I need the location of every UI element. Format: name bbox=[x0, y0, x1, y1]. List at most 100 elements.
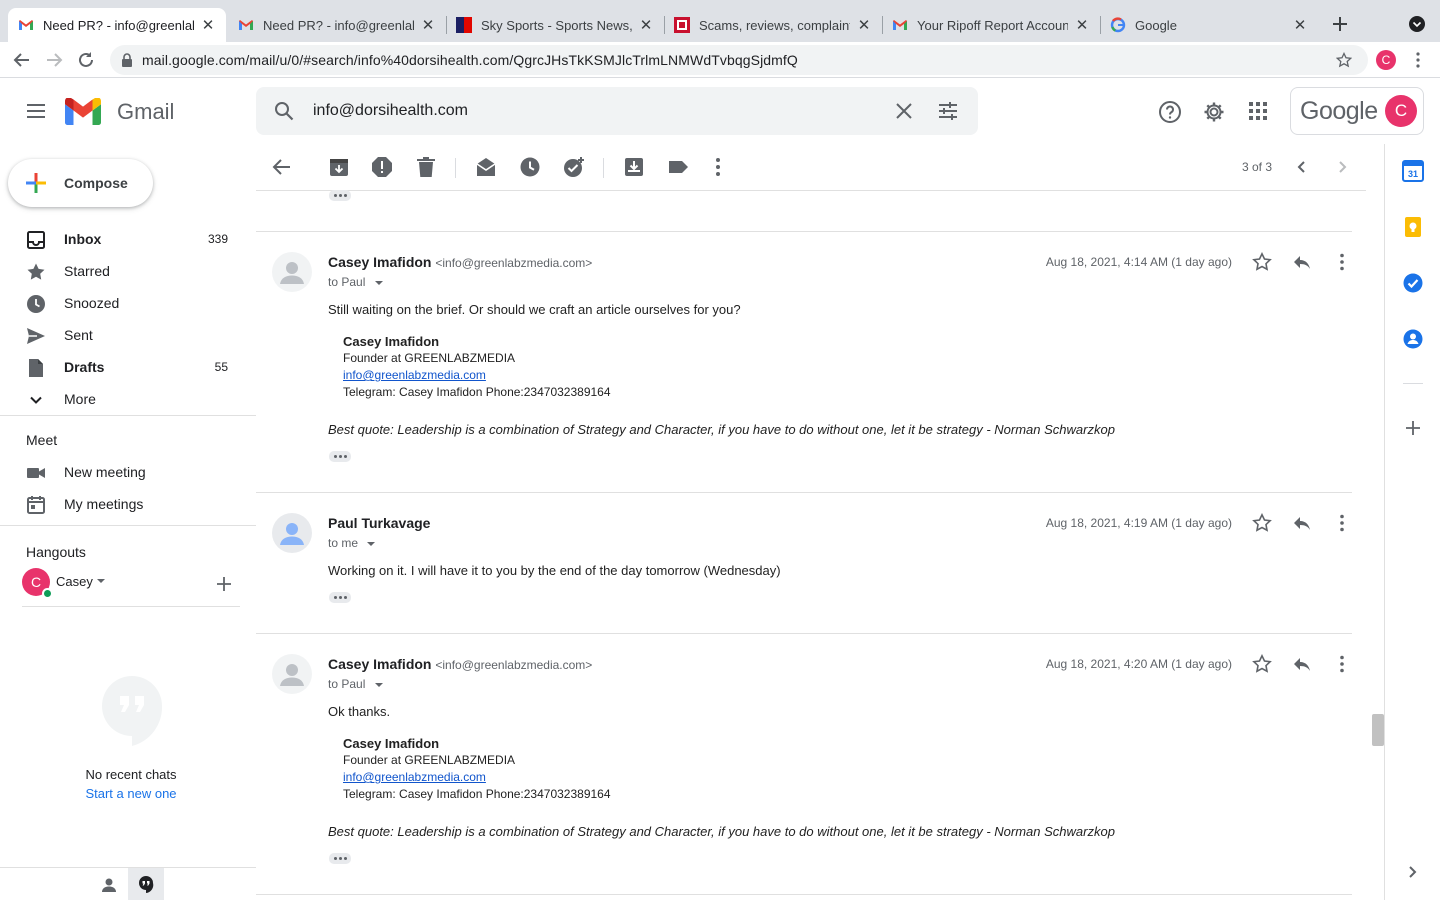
report-spam-icon[interactable] bbox=[371, 156, 393, 178]
svg-text:31: 31 bbox=[1408, 169, 1418, 179]
reply-icon[interactable] bbox=[1292, 513, 1312, 533]
lock-icon[interactable] bbox=[121, 53, 133, 67]
close-icon[interactable]: ✕ bbox=[420, 17, 436, 34]
star-icon bbox=[27, 263, 45, 280]
close-icon[interactable]: ✕ bbox=[638, 17, 654, 34]
settings-gear-icon[interactable] bbox=[1202, 100, 1226, 124]
chevron-right-icon[interactable] bbox=[1334, 159, 1350, 175]
hangouts-user-avatar[interactable]: C bbox=[22, 568, 53, 599]
show-trimmed-content[interactable] bbox=[329, 592, 351, 603]
add-to-tasks-icon[interactable] bbox=[563, 156, 585, 178]
sender-name-text: Casey Imafidon bbox=[328, 656, 432, 672]
sidebar-item-drafts[interactable]: Drafts 55 bbox=[0, 351, 256, 383]
search-input[interactable] bbox=[313, 102, 873, 120]
sidebar-item-sent[interactable]: Sent bbox=[0, 319, 256, 351]
caret-down-icon[interactable] bbox=[374, 279, 384, 287]
back-icon[interactable] bbox=[12, 50, 32, 70]
forward-icon[interactable] bbox=[44, 50, 64, 70]
clear-search-icon[interactable] bbox=[895, 102, 913, 120]
browser-tab-1[interactable]: Need PR? - info@greenlabz ✕ bbox=[8, 8, 226, 42]
close-icon[interactable]: ✕ bbox=[200, 17, 216, 34]
snooze-icon[interactable] bbox=[519, 156, 541, 178]
gmail-logo-icon[interactable] bbox=[65, 98, 101, 125]
compose-label: Compose bbox=[64, 175, 128, 191]
star-outline-icon[interactable] bbox=[1252, 654, 1272, 674]
archive-icon[interactable] bbox=[328, 156, 350, 178]
show-trimmed-content[interactable] bbox=[329, 853, 351, 864]
chevron-left-icon[interactable] bbox=[1294, 159, 1310, 175]
recipient-line[interactable]: to me bbox=[328, 536, 376, 550]
delete-icon[interactable] bbox=[415, 156, 437, 178]
browser-tab-5[interactable]: Your Ripoff Report Account ✕ bbox=[882, 8, 1100, 42]
mark-unread-icon[interactable] bbox=[475, 156, 497, 178]
label-icon[interactable] bbox=[667, 156, 689, 178]
caret-down-icon[interactable] bbox=[374, 681, 384, 689]
signature-contact: Telegram: Casey Imafidon Phone:234703238… bbox=[343, 385, 611, 399]
sidebar-item-label: More bbox=[64, 391, 96, 407]
bookmark-star-icon[interactable] bbox=[1336, 52, 1352, 68]
close-icon[interactable]: ✕ bbox=[856, 17, 872, 34]
reply-icon[interactable] bbox=[1292, 252, 1312, 272]
browser-menu-icon[interactable] bbox=[1410, 51, 1426, 69]
more-options-icon[interactable] bbox=[707, 156, 729, 178]
recipient-line[interactable]: to Paul bbox=[328, 677, 384, 691]
star-outline-icon[interactable] bbox=[1252, 252, 1272, 272]
sidebar-item-more[interactable]: More bbox=[0, 383, 256, 415]
calendar-app-icon[interactable]: 31 bbox=[1402, 160, 1424, 182]
hangouts-tab[interactable] bbox=[128, 868, 164, 900]
recipient-text: to me bbox=[328, 536, 359, 550]
browser-tab-2[interactable]: Need PR? - info@greenlabz ✕ bbox=[228, 8, 446, 42]
message-more-icon[interactable] bbox=[1332, 513, 1352, 533]
my-meetings-item[interactable]: My meetings bbox=[0, 488, 256, 520]
signature-title: Founder at GREENLABZMEDIA bbox=[343, 351, 516, 365]
help-icon[interactable] bbox=[1158, 100, 1182, 124]
get-addons-plus-icon[interactable] bbox=[1405, 420, 1421, 436]
recipient-line[interactable]: to Paul bbox=[328, 275, 384, 289]
tab-search-icon[interactable] bbox=[1409, 16, 1425, 32]
caret-down-icon[interactable] bbox=[366, 540, 376, 548]
move-to-icon[interactable] bbox=[623, 156, 645, 178]
close-icon[interactable]: ✕ bbox=[1074, 17, 1090, 34]
signature-email-link[interactable]: info@greenlabzmedia.com bbox=[343, 368, 486, 382]
message-more-icon[interactable] bbox=[1332, 252, 1352, 272]
profile-avatar[interactable]: C bbox=[1376, 50, 1396, 70]
sidebar-item-snoozed[interactable]: Snoozed bbox=[0, 287, 256, 319]
contacts-person-icon[interactable] bbox=[100, 876, 118, 894]
hangouts-user-name[interactable]: Casey bbox=[56, 574, 93, 589]
compose-button[interactable]: Compose bbox=[8, 159, 153, 207]
message-more-icon[interactable] bbox=[1332, 654, 1352, 674]
show-trimmed-content[interactable] bbox=[329, 190, 351, 201]
show-side-panel-chevron-icon[interactable] bbox=[1406, 865, 1420, 879]
address-bar[interactable]: mail.google.com/mail/u/0/#search/info%40… bbox=[110, 45, 1368, 75]
browser-tab-4[interactable]: Scams, reviews, complaints ✕ bbox=[664, 8, 882, 42]
search-options-icon[interactable] bbox=[938, 101, 958, 121]
search-icon[interactable] bbox=[274, 101, 294, 121]
sidebar-item-inbox[interactable]: Inbox 339 bbox=[0, 223, 256, 255]
back-to-list-icon[interactable] bbox=[271, 156, 293, 178]
account-avatar[interactable]: C bbox=[1385, 95, 1417, 127]
new-tab-icon[interactable] bbox=[1330, 14, 1350, 34]
tasks-app-icon[interactable] bbox=[1402, 272, 1424, 294]
signature-email-link[interactable]: info@greenlabzmedia.com bbox=[343, 770, 486, 784]
close-icon[interactable]: ✕ bbox=[1292, 17, 1308, 34]
start-new-chat-link[interactable]: Start a new one bbox=[0, 786, 262, 801]
account-switcher[interactable]: Google C bbox=[1290, 87, 1424, 135]
reply-icon[interactable] bbox=[1292, 654, 1312, 674]
search-bar[interactable] bbox=[256, 87, 978, 135]
contacts-app-icon[interactable] bbox=[1402, 328, 1424, 350]
show-trimmed-content[interactable] bbox=[329, 451, 351, 462]
scrollbar-thumb[interactable] bbox=[1372, 714, 1384, 746]
apps-grid-icon[interactable] bbox=[1248, 101, 1268, 121]
add-chat-icon[interactable] bbox=[215, 575, 233, 593]
star-outline-icon[interactable] bbox=[1252, 513, 1272, 533]
reload-icon[interactable] bbox=[76, 50, 96, 70]
main-menu-icon[interactable] bbox=[24, 99, 48, 123]
caret-down-icon[interactable] bbox=[96, 577, 106, 585]
sidebar-item-starred[interactable]: Starred bbox=[0, 255, 256, 287]
new-meeting-item[interactable]: New meeting bbox=[0, 456, 256, 488]
browser-tab-3[interactable]: Sky Sports - Sports News, ✕ bbox=[446, 8, 664, 42]
sidebar-item-label: Drafts bbox=[64, 359, 105, 375]
sender-email: <info@greenlabzmedia.com> bbox=[435, 658, 593, 672]
keep-app-icon[interactable] bbox=[1402, 216, 1424, 238]
browser-tab-6[interactable]: Google ✕ bbox=[1100, 8, 1318, 42]
